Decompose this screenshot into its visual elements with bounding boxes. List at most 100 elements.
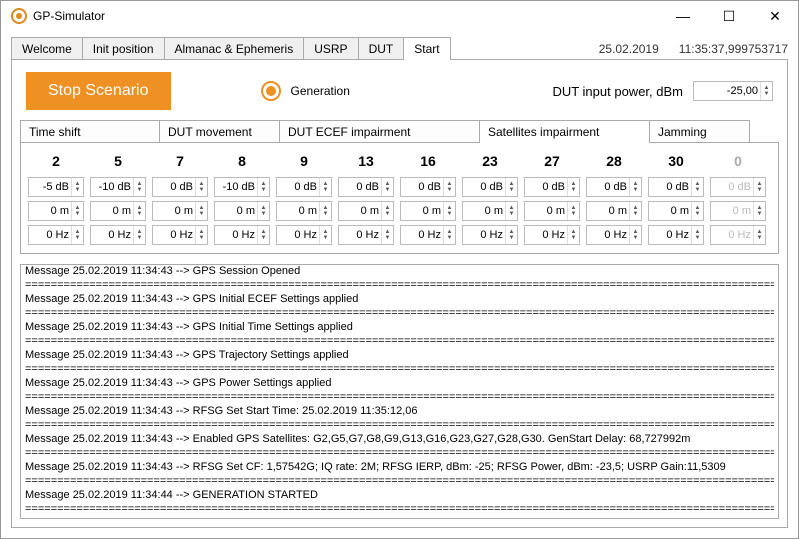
sat-m-spinbox[interactable]: 0 m ▲▼: [524, 201, 580, 221]
sat-m-spinbox[interactable]: 0 m ▲▼: [152, 201, 208, 221]
spinner-icon[interactable]: ▲▼: [567, 226, 579, 244]
spinner-icon[interactable]: ▲▼: [381, 178, 393, 196]
spinner-icon[interactable]: ▲▼: [133, 202, 145, 220]
subtab-satellites-impairment[interactable]: Satellites impairment: [480, 120, 650, 143]
subtab-jamming[interactable]: Jamming: [650, 120, 750, 143]
log-panel[interactable]: Message 25.02.2019 11:34:43 --> GPS Sess…: [20, 264, 779, 519]
sat-hz-spinbox[interactable]: 0 Hz ▲▼: [90, 225, 146, 245]
sat-m-spinbox[interactable]: 0 m ▲▼: [338, 201, 394, 221]
titlebar: GP-Simulator — ☐ ✕: [1, 1, 798, 31]
spinner-icon[interactable]: ▲▼: [71, 202, 83, 220]
spinner-icon[interactable]: ▲▼: [133, 178, 145, 196]
stop-scenario-button[interactable]: Stop Scenario: [26, 72, 171, 110]
main-tabbar: WelcomeInit positionAlmanac & EphemerisU…: [11, 37, 788, 60]
spinner-icon[interactable]: ▲▼: [257, 202, 269, 220]
tab-welcome[interactable]: Welcome: [11, 37, 83, 60]
spinner-icon[interactable]: ▲▼: [443, 178, 455, 196]
sat-hz-spinbox[interactable]: 0 Hz ▲▼: [28, 225, 84, 245]
generation-label: Generation: [291, 84, 350, 98]
sat-hz-spinbox[interactable]: 0 Hz ▲▼: [276, 225, 332, 245]
sat-hz-spinbox[interactable]: 0 Hz ▲▼: [338, 225, 394, 245]
sat-m-spinbox[interactable]: 0 m ▲▼: [90, 201, 146, 221]
sat-m-spinbox[interactable]: 0 m ▲▼: [28, 201, 84, 221]
spinner-icon[interactable]: ▲▼: [443, 226, 455, 244]
close-button[interactable]: ✕: [752, 1, 798, 31]
spinner-icon[interactable]: ▲▼: [195, 178, 207, 196]
tab-dut[interactable]: DUT: [359, 37, 405, 60]
spinner-icon[interactable]: ▲▼: [760, 82, 772, 100]
sat-sv-label: 23: [482, 153, 498, 173]
sat-m-spinbox[interactable]: 0 m ▲▼: [462, 201, 518, 221]
log-line: Message 25.02.2019 11:34:43 --> GPS Powe…: [25, 376, 774, 390]
subtab-dut-movement[interactable]: DUT movement: [160, 120, 280, 143]
sat-col-7: 7 0 dB ▲▼ 0 m ▲▼ 0 Hz ▲▼: [151, 153, 209, 245]
tab-init-position[interactable]: Init position: [83, 37, 165, 60]
sat-db-spinbox[interactable]: -10 dB ▲▼: [214, 177, 270, 197]
sat-m-spinbox[interactable]: 0 m ▲▼: [214, 201, 270, 221]
spinner-icon[interactable]: ▲▼: [567, 202, 579, 220]
sat-m-spinbox[interactable]: 0 m ▲▼: [400, 201, 456, 221]
spinner-icon[interactable]: ▲▼: [381, 202, 393, 220]
content-area: WelcomeInit positionAlmanac & EphemerisU…: [1, 31, 798, 538]
sat-hz-spinbox[interactable]: 0 Hz ▲▼: [152, 225, 208, 245]
sat-db-spinbox[interactable]: 0 dB ▲▼: [586, 177, 642, 197]
spinner-icon[interactable]: ▲▼: [319, 202, 331, 220]
minimize-button[interactable]: —: [660, 1, 706, 31]
sat-db-spinbox[interactable]: 0 dB ▲▼: [338, 177, 394, 197]
maximize-button[interactable]: ☐: [706, 1, 752, 31]
sat-db-spinbox[interactable]: 0 dB ▲▼: [648, 177, 704, 197]
window-controls: — ☐ ✕: [660, 1, 798, 31]
spinner-icon[interactable]: ▲▼: [195, 202, 207, 220]
spinner-icon[interactable]: ▲▼: [71, 226, 83, 244]
sat-hz-spinbox[interactable]: 0 Hz ▲▼: [586, 225, 642, 245]
sat-db-spinbox[interactable]: 0 dB ▲▼: [276, 177, 332, 197]
sat-sv-label: 0: [734, 153, 742, 173]
tab-usrp[interactable]: USRP: [304, 37, 358, 60]
spinner-icon[interactable]: ▲▼: [319, 226, 331, 244]
dut-power-control: DUT input power, dBm -25,00 ▲▼: [552, 81, 773, 101]
sat-sv-label: 2: [52, 153, 60, 173]
sat-hz-spinbox[interactable]: 0 Hz ▲▼: [400, 225, 456, 245]
spinner-icon[interactable]: ▲▼: [381, 226, 393, 244]
sat-db-spinbox[interactable]: -5 dB ▲▼: [28, 177, 84, 197]
radio-icon: [261, 81, 281, 101]
dut-power-spinbox[interactable]: -25,00 ▲▼: [693, 81, 773, 101]
spinner-icon[interactable]: ▲▼: [505, 226, 517, 244]
spinner-icon[interactable]: ▲▼: [257, 226, 269, 244]
spinner-icon[interactable]: ▲▼: [691, 226, 703, 244]
spinner-icon[interactable]: ▲▼: [257, 178, 269, 196]
spinner-icon[interactable]: ▲▼: [691, 202, 703, 220]
sat-hz-spinbox[interactable]: 0 Hz ▲▼: [214, 225, 270, 245]
sat-hz-spinbox[interactable]: 0 Hz ▲▼: [648, 225, 704, 245]
sat-db-spinbox[interactable]: -10 dB ▲▼: [90, 177, 146, 197]
subtab-dut-ecef-impairment[interactable]: DUT ECEF impairment: [280, 120, 480, 143]
sat-col-27: 27 0 dB ▲▼ 0 m ▲▼ 0 Hz ▲▼: [523, 153, 581, 245]
sat-hz-spinbox[interactable]: 0 Hz ▲▼: [462, 225, 518, 245]
sat-m-spinbox[interactable]: 0 m ▲▼: [648, 201, 704, 221]
sat-db-spinbox[interactable]: 0 dB ▲▼: [462, 177, 518, 197]
spinner-icon[interactable]: ▲▼: [505, 178, 517, 196]
tab-almanac-ephemeris[interactable]: Almanac & Ephemeris: [165, 37, 305, 60]
spinner-icon[interactable]: ▲▼: [319, 178, 331, 196]
sat-hz-spinbox[interactable]: 0 Hz ▲▼: [524, 225, 580, 245]
sat-db-spinbox[interactable]: 0 dB ▲▼: [152, 177, 208, 197]
spinner-icon[interactable]: ▲▼: [629, 178, 641, 196]
spinner-icon[interactable]: ▲▼: [629, 202, 641, 220]
sat-m-spinbox[interactable]: 0 m ▲▼: [586, 201, 642, 221]
spinner-icon[interactable]: ▲▼: [691, 178, 703, 196]
spinner-icon[interactable]: ▲▼: [629, 226, 641, 244]
start-pane: Stop Scenario Generation DUT input power…: [11, 59, 788, 528]
spinner-icon[interactable]: ▲▼: [505, 202, 517, 220]
spinner-icon[interactable]: ▲▼: [133, 226, 145, 244]
sat-m-spinbox[interactable]: 0 m ▲▼: [276, 201, 332, 221]
spinner-icon[interactable]: ▲▼: [195, 226, 207, 244]
subtab-time-shift[interactable]: Time shift: [20, 120, 160, 143]
tab-start[interactable]: Start: [404, 37, 450, 60]
sat-db-spinbox[interactable]: 0 dB ▲▼: [524, 177, 580, 197]
log-line: Message 25.02.2019 11:34:43 --> GPS Init…: [25, 292, 774, 306]
spinner-icon[interactable]: ▲▼: [71, 178, 83, 196]
spinner-icon[interactable]: ▲▼: [567, 178, 579, 196]
log-separator: ========================================…: [25, 474, 774, 488]
spinner-icon[interactable]: ▲▼: [443, 202, 455, 220]
sat-db-spinbox[interactable]: 0 dB ▲▼: [400, 177, 456, 197]
